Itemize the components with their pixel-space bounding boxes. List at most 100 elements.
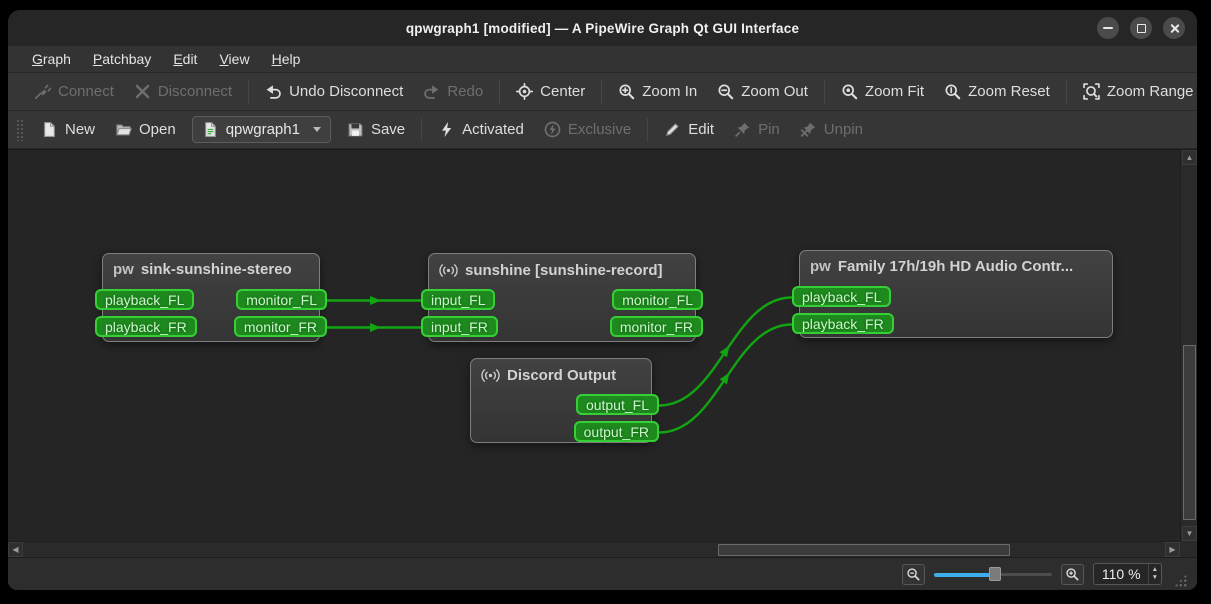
- button-label: Activated: [462, 121, 524, 138]
- zoom-in-small-button[interactable]: [1060, 563, 1084, 585]
- port-monitor_FL[interactable]: monitor_FL: [612, 289, 703, 310]
- horizontal-scrollbar[interactable]: ◀ ▶: [8, 541, 1180, 557]
- zoom-out-icon: [718, 84, 734, 100]
- minimize-button[interactable]: [1097, 17, 1119, 39]
- patchbay-combo[interactable]: qpwgraph1: [191, 116, 331, 143]
- zoom-fit-button[interactable]: Zoom Fit: [831, 78, 934, 105]
- menu-bar: Graph Patchbay Edit View Help: [8, 46, 1197, 73]
- scroll-down-button[interactable]: ▼: [1182, 526, 1197, 541]
- node-sunshine-sunshine-record[interactable]: sunshine [sunshine-record] input_FL monit…: [421, 253, 703, 342]
- doc-icon: [204, 122, 216, 137]
- button-label: Save: [370, 121, 406, 138]
- exclusive-button[interactable]: Exclusive: [534, 116, 641, 143]
- save-button[interactable]: Save: [337, 116, 415, 143]
- new-button[interactable]: New: [31, 116, 105, 143]
- port-monitor_FL[interactable]: monitor_FL: [236, 289, 327, 310]
- menu-help[interactable]: Help: [262, 48, 311, 70]
- connect-button[interactable]: Connect: [24, 78, 124, 105]
- node-title: pw Family 17h/19h HD Audio Contr...: [800, 251, 1112, 275]
- activated-button[interactable]: Activated: [428, 116, 534, 143]
- menu-edit[interactable]: Edit: [163, 48, 207, 70]
- unpin-button[interactable]: Unpin: [790, 116, 873, 143]
- center-button[interactable]: Center: [506, 78, 595, 105]
- node-sink-sunshine-stereo[interactable]: pw sink-sunshine-stereo playback_FL monito…: [95, 253, 327, 342]
- zoom-percent-spinbox[interactable]: 110 % ▲ ▼: [1092, 563, 1162, 585]
- edit-icon: [666, 123, 679, 137]
- toolbar-separator: [248, 79, 250, 104]
- node-title: pw sink-sunshine-stereo: [103, 254, 319, 278]
- zoom-slider[interactable]: [933, 566, 1052, 582]
- scroll-up-button[interactable]: ▲: [1182, 150, 1197, 165]
- activated-icon: [442, 121, 452, 138]
- pin-button[interactable]: Pin: [724, 116, 790, 143]
- node-title-text: sink-sunshine-stereo: [140, 261, 292, 278]
- button-label: Disconnect: [157, 83, 233, 100]
- port-playback_FL[interactable]: playback_FL: [95, 289, 195, 310]
- zoom-fit-icon: [842, 84, 858, 100]
- horizontal-scrollbar-thumb[interactable]: [718, 543, 1010, 556]
- pipewire-icon: pw: [810, 258, 831, 275]
- node-title: Discord Output: [471, 359, 651, 385]
- port-input_FR[interactable]: input_FR: [421, 316, 498, 337]
- edit-button[interactable]: Edit: [654, 116, 724, 143]
- app-window: qpwgraph1 [modified] — A PipeWire Graph …: [8, 10, 1197, 590]
- port-monitor_FR[interactable]: monitor_FR: [233, 316, 327, 337]
- combo-label: qpwgraph1: [225, 121, 300, 138]
- toolbar-drag-handle[interactable]: [16, 118, 23, 141]
- zoom-out-small-button[interactable]: [901, 563, 925, 585]
- port-output_FR[interactable]: output_FR: [573, 421, 659, 442]
- scroll-left-button[interactable]: ◀: [8, 542, 23, 557]
- node-discord-output[interactable]: Discord Output output_FL output_FR: [470, 358, 659, 443]
- port-input_FL[interactable]: input_FL: [421, 289, 496, 310]
- undo-disconnect-button[interactable]: Undo Disconnect: [255, 78, 413, 105]
- menu-view[interactable]: View: [209, 48, 259, 70]
- node-title-text: Family 17h/19h HD Audio Contr...: [837, 258, 1074, 275]
- graph-canvas[interactable]: pw sink-sunshine-stereo playback_FL monito…: [8, 149, 1197, 557]
- menu-patchbay[interactable]: Patchbay: [83, 48, 161, 70]
- port-playback_FR[interactable]: playback_FR: [792, 313, 894, 334]
- zoom-range-icon: [1083, 83, 1100, 100]
- zoom-percent-value: 110 %: [1101, 566, 1141, 582]
- button-label: Zoom Fit: [864, 83, 925, 100]
- spinbox-arrows[interactable]: ▲ ▼: [1147, 564, 1161, 584]
- maximize-button[interactable]: [1130, 17, 1152, 39]
- resize-grip[interactable]: [1174, 574, 1187, 587]
- zoom-out-icon: [907, 567, 920, 580]
- button-label: New: [65, 121, 96, 138]
- vertical-scrollbar-thumb[interactable]: [1183, 345, 1196, 520]
- port-output_FL[interactable]: output_FL: [575, 394, 659, 415]
- zoom-slider-fill: [933, 572, 996, 577]
- port-monitor_FR[interactable]: monitor_FR: [609, 316, 703, 337]
- connection-wires: [326, 296, 793, 434]
- close-button[interactable]: [1163, 17, 1185, 39]
- button-label: Edit: [688, 121, 715, 138]
- vertical-scrollbar[interactable]: ▲ ▼: [1180, 150, 1197, 541]
- maximize-icon: [1136, 23, 1146, 33]
- zoom-out-button[interactable]: Zoom Out: [707, 78, 818, 105]
- disconnect-button[interactable]: Disconnect: [124, 78, 242, 105]
- zoom-slider-handle[interactable]: [989, 567, 1002, 581]
- button-label: Zoom In: [642, 83, 698, 100]
- button-label: Open: [139, 121, 176, 138]
- button-label: Unpin: [823, 121, 863, 138]
- node-family-17h-19h-hd-audio-contr[interactable]: pw Family 17h/19h HD Audio Contr... playb…: [792, 250, 1113, 338]
- title-bar: qpwgraph1 [modified] — A PipeWire Graph …: [8, 10, 1197, 46]
- zoom-range-button[interactable]: Zoom Range: [1073, 78, 1197, 105]
- new-icon: [44, 122, 55, 137]
- zoom-in-button[interactable]: Zoom In: [608, 78, 707, 105]
- scroll-right-button[interactable]: ▶: [1165, 542, 1180, 557]
- open-icon: [116, 124, 132, 136]
- redo-icon: [424, 85, 439, 99]
- disconnect-icon: [135, 84, 150, 99]
- toolbar-separator: [1065, 79, 1067, 104]
- zoom-reset-button[interactable]: Zoom Reset: [934, 78, 1060, 105]
- menu-graph[interactable]: Graph: [22, 48, 81, 70]
- pipewire-icon: pw: [113, 261, 134, 278]
- redo-button[interactable]: Redo: [413, 78, 493, 105]
- port-playback_FR[interactable]: playback_FR: [95, 316, 197, 337]
- status-bar: 110 % ▲ ▼: [8, 557, 1197, 590]
- connect-icon: [35, 84, 51, 99]
- open-button[interactable]: Open: [105, 116, 186, 143]
- save-icon: [348, 123, 363, 137]
- port-playback_FL[interactable]: playback_FL: [792, 286, 892, 307]
